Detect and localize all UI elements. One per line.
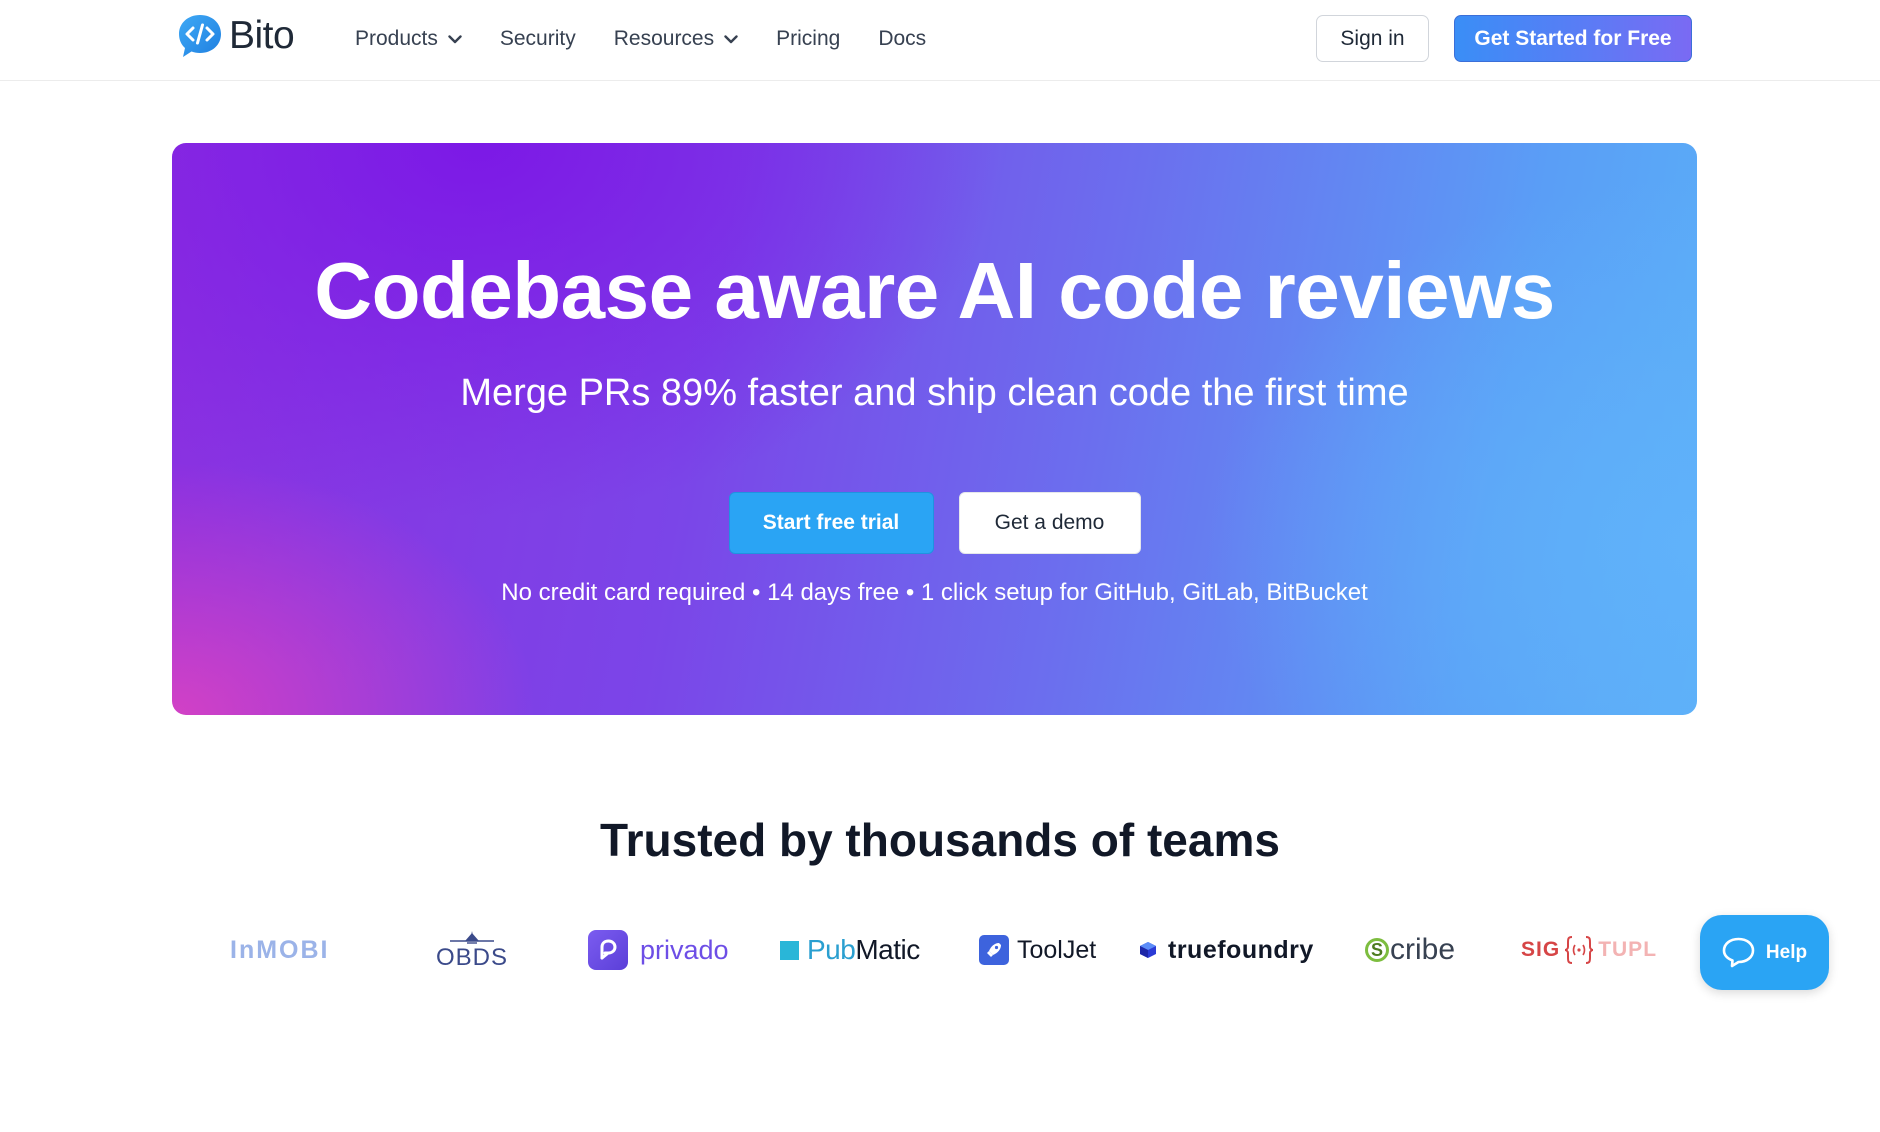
customer-logos: InMOBI OBDS privado PubMatic ToolJet tru… [0,920,1880,980]
get-started-button[interactable]: Get Started for Free [1454,15,1692,62]
help-label: Help [1765,941,1808,963]
braces-icon [1565,936,1594,964]
scribe-text: cribe [1390,933,1456,966]
start-free-trial-button[interactable]: Start free trial [728,492,934,554]
cube-icon [1140,942,1156,958]
sign-in-button[interactable]: Sign in [1316,15,1429,62]
scribe-logo: S cribe [1365,920,1455,980]
sigtuple-text-b: TUPL [1598,938,1658,961]
pubmatic-text-b: Matic [855,934,920,965]
pubmatic-square-icon [780,940,799,960]
obds-logo: OBDS [436,920,508,980]
site-header: Bito Products Security Resources Pricing… [0,0,1880,81]
logo-text: Bito [229,14,295,57]
hero-banner: Codebase aware AI code reviews Merge PRs… [172,143,1697,715]
truefoundry-logo: truefoundry [1139,920,1314,980]
nav-resources[interactable]: Resources [614,24,738,54]
sigtuple-text-a: SIG [1521,938,1561,961]
nav-pricing[interactable]: Pricing [776,24,840,54]
nav-resources-label: Resources [613,27,715,50]
pubmatic-text-a: Pub [807,934,856,965]
hero-subtitle: Merge PRs 89% faster and ship clean code… [460,372,1409,414]
hero-buttons: Start free trial Get a demo [172,492,1697,554]
nav-docs-label: Docs [878,27,927,50]
scribe-s-mark: S [1365,938,1389,962]
sigtuple-logo: SIG TUPL [1521,920,1659,980]
privado-text: privado [640,934,729,965]
nav-docs[interactable]: Docs [878,24,926,54]
trusted-title: Trusted by thousands of teams [600,814,1280,866]
nav-products-label: Products [355,27,438,50]
chat-bubble-icon [1722,937,1755,968]
nav-security-label: Security [499,27,576,50]
hero-note: No credit card required • 14 days free •… [501,579,1368,606]
chevron-down-icon [448,34,462,43]
tooljet-logo: ToolJet [979,920,1096,980]
nav-pricing-label: Pricing [776,27,841,50]
hero-title: Codebase aware AI code reviews [314,246,1555,335]
bito-logo[interactable]: Bito [177,13,295,59]
nav-products[interactable]: Products [355,24,462,54]
help-button[interactable]: Help [1700,915,1829,990]
pubmatic-text: PubMatic [807,934,920,966]
chevron-down-icon [724,34,738,43]
inmobi-logo: InMOBI [230,935,330,964]
rocket-icon [979,935,1009,965]
tooljet-text: ToolJet [1017,935,1097,964]
truefoundry-text: truefoundry [1168,935,1314,964]
privado-logo: privado [588,920,729,980]
obds-text: OBDS [436,944,509,971]
main-nav: Products Security Resources Pricing Docs [355,24,964,54]
nav-security[interactable]: Security [500,24,576,54]
code-chat-icon [179,15,221,57]
privado-mark-icon [588,930,628,970]
pubmatic-logo: PubMatic [780,920,920,980]
get-demo-button[interactable]: Get a demo [958,492,1141,554]
